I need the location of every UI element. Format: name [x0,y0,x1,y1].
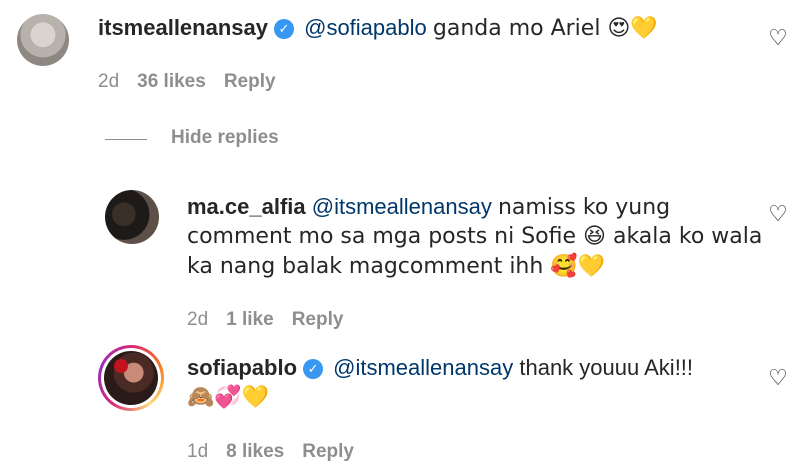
hide-replies-button[interactable]: Hide replies [171,127,279,149]
username[interactable]: itsmeallenansay [98,15,268,40]
comment-body-line: ka nang balak magcomment ihh 🥰💛 [187,254,606,279]
avatar-sofiapablo[interactable] [104,351,158,405]
comment-text: ma.ce_alfia @itsmeallenansay namiss ko y… [187,192,670,223]
comment-meta: 2d 36 likes Reply [98,71,294,93]
reply-button[interactable]: Reply [302,441,354,462]
likes-count[interactable]: 8 likes [226,441,284,462]
likes-count[interactable]: 36 likes [137,71,206,92]
like-heart-icon[interactable]: ♡ [766,202,790,226]
timestamp: 2d [98,71,120,92]
comment-body-line: 🙈💞💛 [187,385,270,410]
reply-button[interactable]: Reply [292,309,344,330]
timestamp: 1d [187,441,209,462]
like-heart-icon[interactable]: ♡ [766,366,790,390]
timestamp: 2d [187,309,209,330]
comment-body: thank youuu Aki!!! [519,355,694,380]
mention-link[interactable]: @itsmeallenansay [333,355,513,380]
likes-count[interactable]: 1 like [226,309,274,330]
like-heart-icon[interactable]: ♡ [766,26,790,50]
comment-body: namiss ko yung [497,195,671,220]
avatar-ma-ce-alfia[interactable] [105,190,159,244]
reply-button[interactable]: Reply [224,71,276,92]
comment-body-line: comment mo sa mga posts ni Sofie 😆 akala… [187,224,763,249]
avatar-itsmeallenansay[interactable] [17,14,69,66]
comment-text: sofiapablo ✓ @itsmeallenansay thank youuu… [187,353,693,383]
username[interactable]: sofiapablo [187,355,297,380]
rose-icon [114,359,128,373]
username[interactable]: ma.ce_alfia [187,194,306,219]
comment-meta: 2d 1 like Reply [187,309,361,331]
comment-text: itsmeallenansay ✓ @sofiapablo ganda mo Ar… [98,13,658,44]
mention-link[interactable]: @itsmeallenansay [312,194,492,219]
mention-link[interactable]: @sofiapablo [304,15,427,40]
verified-badge-icon: ✓ [303,359,324,379]
hide-replies-divider [105,139,147,140]
verified-badge-icon: ✓ [273,19,294,39]
comment-body: ganda mo Ariel 😍💛 [432,16,658,41]
comment-meta: 1d 8 likes Reply [187,441,372,463]
